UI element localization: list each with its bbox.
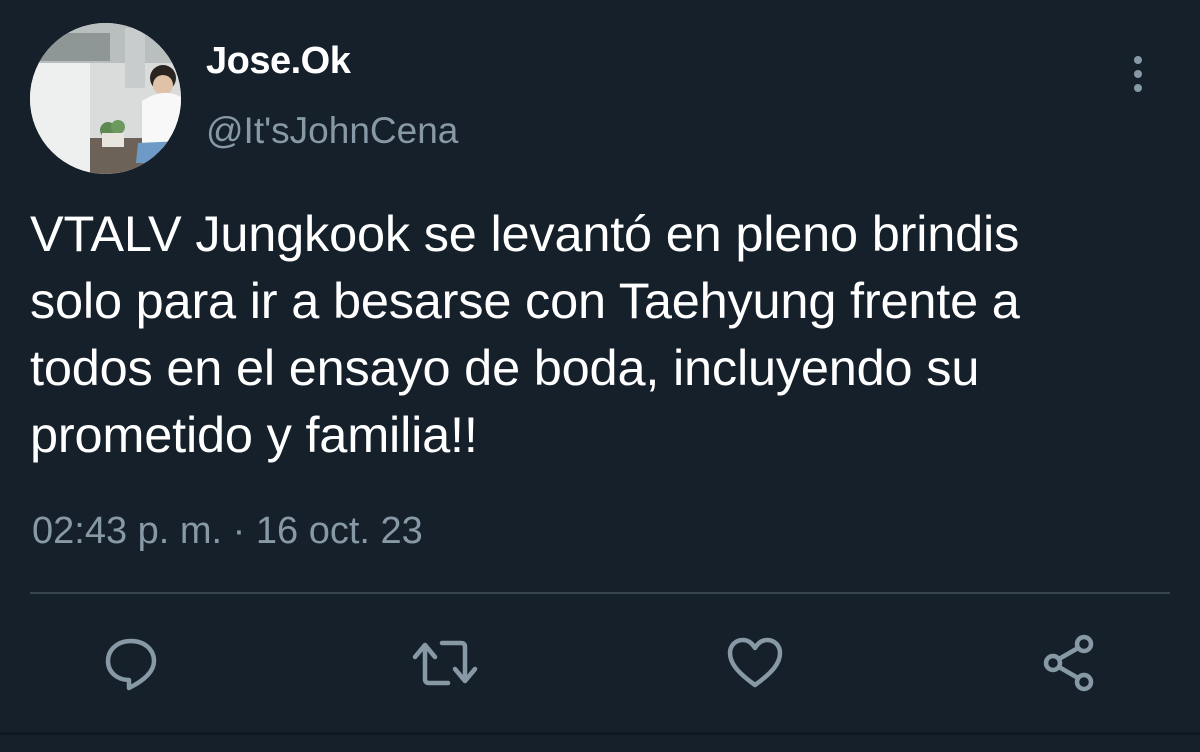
display-name[interactable]: Jose.Ok xyxy=(206,40,351,83)
tweet-text: VTALV Jungkook se levantó en pleno brind… xyxy=(30,205,1020,463)
heart-icon xyxy=(727,637,783,688)
reply-button[interactable] xyxy=(96,628,166,698)
avatar-photo xyxy=(30,23,181,174)
more-options-icon[interactable] xyxy=(1124,54,1152,94)
share-icon xyxy=(1043,634,1094,692)
avatar[interactable] xyxy=(30,23,181,174)
like-button[interactable] xyxy=(720,628,790,698)
share-button[interactable] xyxy=(1034,628,1104,698)
retweet-button[interactable] xyxy=(410,628,480,698)
tweet-card: Jose.Ok @It'sJohnCena VTALV Jungkook se … xyxy=(0,0,1200,752)
tweet-timestamp[interactable]: 02:43 p. m. · 16 oct. 23 xyxy=(32,510,423,553)
retweet-icon xyxy=(412,640,478,686)
bottom-border xyxy=(0,732,1200,735)
reply-icon xyxy=(105,638,157,691)
divider xyxy=(30,592,1170,594)
user-handle[interactable]: @It'sJohnCena xyxy=(206,110,458,152)
